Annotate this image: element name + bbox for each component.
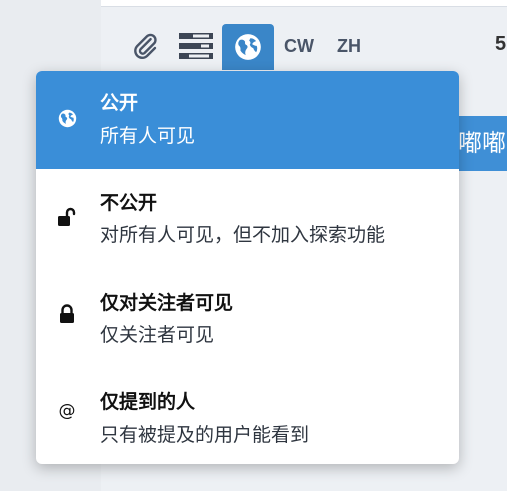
poll-icon [179,33,213,59]
option-title: 公开 [100,92,139,114]
visibility-dropdown: 公开 所有人可见 不公开 对所有人可见，但不加入探索功能 仅对关注者可见 仅关注… [36,71,459,464]
poll-button[interactable] [175,26,217,66]
option-description: 只有被提及的用户能看到 [100,424,310,446]
at-icon: @ [58,401,76,421]
option-description: 所有人可见 [100,125,196,147]
visibility-option-public[interactable]: 公开 所有人可见 [36,71,459,169]
visibility-option-unlisted[interactable]: 不公开 对所有人可见，但不加入探索功能 [36,169,459,267]
content-warning-button[interactable]: CW [279,26,319,66]
globe-icon [235,34,261,60]
option-title: 仅对关注者可见 [100,292,234,314]
globe-icon [57,108,77,128]
attach-button[interactable] [127,26,163,66]
language-button[interactable]: ZH [329,26,369,66]
visibility-button[interactable] [222,24,274,70]
option-title: 仅提到的人 [100,391,196,413]
publish-button-label: 嘟嘟 [458,129,506,157]
compose-textarea-edge[interactable] [101,0,507,7]
character-counter: 5 [495,33,507,55]
paperclip-icon [134,33,157,59]
visibility-option-private[interactable]: 仅对关注者可见 仅关注者可见 [36,267,459,365]
lock-icon [57,304,77,324]
option-title: 不公开 [100,192,158,214]
option-description: 仅关注者可见 [100,324,215,346]
unlock-icon [57,207,77,227]
option-description: 对所有人可见，但不加入探索功能 [100,224,386,246]
visibility-option-direct[interactable]: @ 仅提到的人 只有被提及的用户能看到 [36,365,459,464]
cw-label: CW [284,35,314,56]
compose-toolbar: CW ZH 5 [101,20,507,72]
language-label: ZH [337,35,361,56]
